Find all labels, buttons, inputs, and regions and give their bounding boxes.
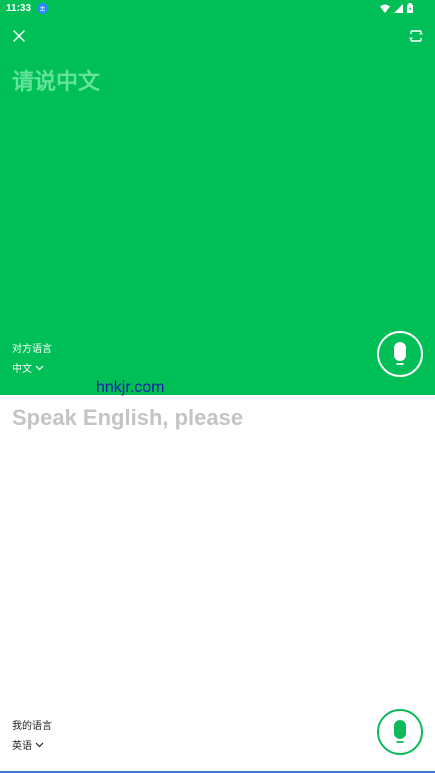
my-mic-button[interactable] bbox=[377, 709, 423, 755]
other-language-value: 中文 bbox=[12, 364, 32, 375]
my-language-selector[interactable]: 英语 bbox=[12, 737, 52, 752]
flip-screen-icon bbox=[409, 30, 423, 42]
microphone-icon bbox=[394, 720, 406, 743]
chevron-down-icon bbox=[35, 365, 44, 370]
watermark-text: hnkjr.com bbox=[96, 379, 165, 396]
my-language-value: 英语 bbox=[12, 741, 32, 752]
other-party-mic-button[interactable] bbox=[377, 331, 423, 377]
flip-screen-button[interactable] bbox=[408, 28, 424, 44]
my-prompt: Speak English, please bbox=[12, 405, 244, 430]
chevron-down-icon bbox=[35, 742, 44, 747]
microphone-icon bbox=[394, 342, 406, 365]
my-language-block: 我的语言 英语 bbox=[12, 717, 52, 752]
other-language-block: 对方语言 中文 bbox=[12, 340, 52, 375]
wifi-icon bbox=[380, 4, 390, 13]
battery-icon bbox=[407, 3, 413, 13]
status-time: 11:33 bbox=[6, 3, 32, 14]
notification-badge: ± bbox=[37, 3, 48, 14]
top-translation-panel: 11:33 ± 请说中文 对方语言 中文 bbox=[0, 0, 435, 395]
status-icons bbox=[380, 3, 413, 13]
other-language-caption: 对方语言 bbox=[12, 344, 52, 355]
signal-icon bbox=[394, 3, 403, 13]
close-icon bbox=[13, 30, 25, 42]
close-button[interactable] bbox=[11, 28, 27, 44]
other-language-selector[interactable]: 中文 bbox=[12, 360, 52, 375]
status-bar: 11:33 ± bbox=[0, 0, 435, 18]
other-party-prompt: 请说中文 bbox=[12, 70, 101, 95]
my-language-caption: 我的语言 bbox=[12, 721, 52, 732]
